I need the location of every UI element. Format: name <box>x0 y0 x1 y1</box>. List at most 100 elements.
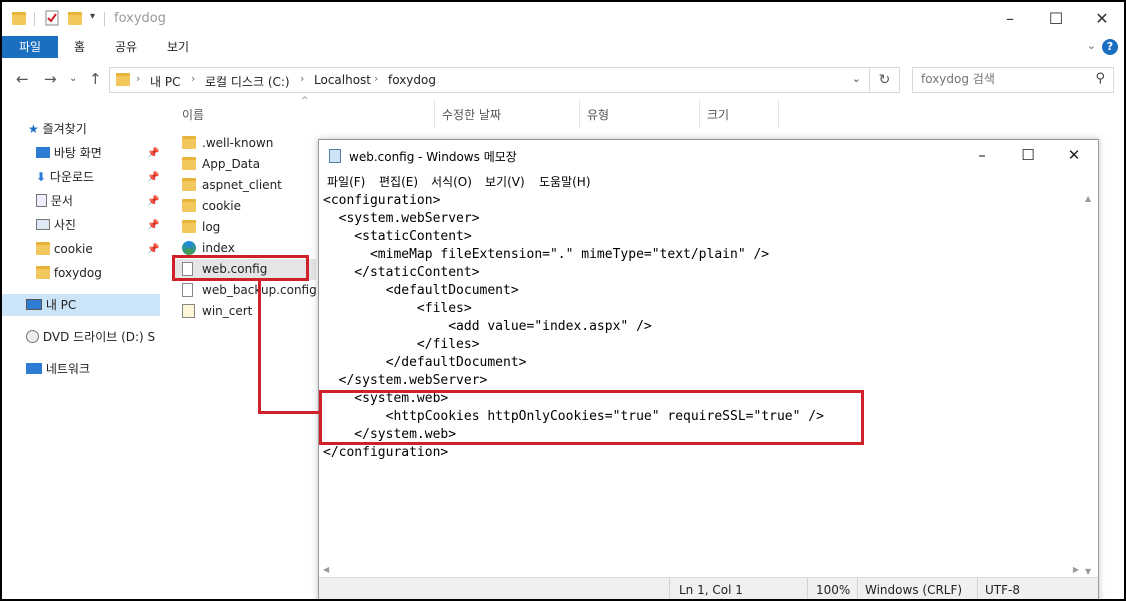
network-icon <box>26 363 42 374</box>
nav-label: 즐겨찾기 <box>42 122 87 136</box>
navigation-pane: ★ 즐겨찾기 바탕 화면 ⬇ 다운로드 문서 사진 cookie foxydog… <box>2 98 162 599</box>
qa-dropdown-icon[interactable]: ▾ <box>90 11 95 29</box>
file-name: log <box>202 220 221 234</box>
qa-separator <box>34 12 35 26</box>
breadcrumb-separator-icon: › <box>136 72 141 85</box>
menu-edit[interactable]: 편집(E) <box>379 173 418 190</box>
expand-ribbon-icon[interactable]: ⌄ <box>1087 39 1096 52</box>
scroll-up-icon[interactable]: ▲ <box>1085 194 1091 203</box>
explorer-titlebar: ▾ foxydog – ☐ ✕ <box>2 2 1124 36</box>
menu-file[interactable]: 파일(F) <box>327 173 365 190</box>
new-folder-icon[interactable] <box>68 10 82 28</box>
config-icon <box>182 304 195 318</box>
notepad-maximize-button[interactable]: ☐ <box>1005 142 1051 168</box>
tab-share[interactable]: 공유 <box>103 36 149 58</box>
nav-dvd-drive[interactable]: DVD 드라이브 (D:) S <box>26 326 155 348</box>
notepad-minimize-button[interactable]: – <box>959 142 1005 168</box>
highlight-web-config-file <box>172 255 309 281</box>
desktop-icon <box>36 147 50 158</box>
file-name: win_cert <box>202 304 253 318</box>
file-row-cookie[interactable]: cookie <box>174 196 316 217</box>
file-row-web-backup-config[interactable]: web_backup.config <box>174 280 317 301</box>
folder-icon <box>36 264 50 286</box>
pin-icon: 📌 <box>147 196 160 207</box>
forward-icon[interactable]: → <box>44 70 57 88</box>
notepad-menubar: 파일(F) 편집(E) 서식(O) 보기(V) 도움말(H) <box>319 170 1098 190</box>
sort-ascending-icon: ^ <box>301 96 309 106</box>
column-divider[interactable] <box>778 100 779 128</box>
notepad-text-area[interactable]: <configuration> <system.webServer> <stat… <box>323 192 1083 572</box>
breadcrumb-foxydog[interactable]: foxydog <box>388 73 436 87</box>
maximize-button[interactable]: ☐ <box>1033 6 1079 32</box>
column-divider[interactable] <box>579 100 580 128</box>
close-button[interactable]: ✕ <box>1079 6 1124 32</box>
breadcrumb-localhost[interactable]: Localhost <box>314 73 371 87</box>
back-icon[interactable]: ← <box>16 70 29 88</box>
breadcrumb-separator-icon: › <box>191 72 196 85</box>
tab-file[interactable]: 파일 <box>2 36 58 58</box>
pin-icon: 📌 <box>147 172 160 183</box>
up-icon[interactable]: ↑ <box>89 70 102 88</box>
file-row-win-cert[interactable]: win_cert <box>174 301 316 322</box>
search-input[interactable] <box>921 72 1081 86</box>
zoom-level: 100% <box>816 583 851 597</box>
column-divider[interactable] <box>699 100 700 128</box>
menu-format[interactable]: 서식(O) <box>431 173 472 190</box>
file-name: cookie <box>202 199 241 213</box>
nav-this-pc[interactable]: 내 PC <box>2 294 160 316</box>
vertical-scrollbar[interactable]: ▲ ▼ <box>1081 190 1098 580</box>
tab-home[interactable]: 홈 <box>62 36 97 58</box>
folder-icon <box>182 178 196 191</box>
file-row-well-known[interactable]: .well-known <box>174 133 316 154</box>
folder-icon <box>12 10 26 28</box>
nav-label: 네트워크 <box>45 362 90 376</box>
scroll-left-icon[interactable]: ◀ <box>323 565 329 574</box>
qa-separator <box>104 12 105 26</box>
breadcrumb-local-disk[interactable]: 로컬 디스크 (C:) <box>205 73 290 90</box>
column-type[interactable]: 유형 <box>587 106 609 123</box>
search-box[interactable]: ⚲ <box>912 67 1114 93</box>
nav-quick-access[interactable]: ★ 즐겨찾기 <box>28 118 87 140</box>
file-row-log[interactable]: log <box>174 217 316 238</box>
column-size[interactable]: 크기 <box>707 106 729 123</box>
nav-network[interactable]: 네트워크 <box>26 358 90 380</box>
notepad-close-button[interactable]: ✕ <box>1051 142 1097 168</box>
column-name[interactable]: 이름 <box>182 106 204 123</box>
menu-help[interactable]: 도움말(H) <box>539 173 591 190</box>
nav-pictures[interactable]: 사진 <box>36 214 76 236</box>
disc-icon <box>26 330 39 343</box>
refresh-icon[interactable]: ↻ <box>870 67 900 93</box>
scroll-down-icon[interactable]: ▼ <box>1085 567 1091 576</box>
recent-locations-icon[interactable]: ⌄ <box>69 73 77 84</box>
file-row-app-data[interactable]: App_Data <box>174 154 316 175</box>
highlight-system-web-block <box>319 390 864 445</box>
nav-cookie[interactable]: cookie <box>36 238 93 260</box>
file-name: App_Data <box>202 157 261 171</box>
line-ending: Windows (CRLF) <box>865 583 963 597</box>
column-divider[interactable] <box>434 100 435 128</box>
pin-icon: 📌 <box>147 220 160 231</box>
column-modified[interactable]: 수정한 날짜 <box>442 106 501 123</box>
breadcrumb-this-pc[interactable]: 내 PC <box>150 73 180 90</box>
nav-documents[interactable]: 문서 <box>36 190 73 212</box>
file-row-aspnet-client[interactable]: aspnet_client <box>174 175 316 196</box>
address-dropdown-icon[interactable]: ⌄ <box>852 72 861 85</box>
pin-icon: 📌 <box>147 148 160 159</box>
menu-view[interactable]: 보기(V) <box>485 173 525 190</box>
address-bar[interactable]: › 내 PC › 로컬 디스크 (C:) › Localhost › foxyd… <box>109 67 870 93</box>
navigation-bar: ← → ⌄ ↑ › 내 PC › 로컬 디스크 (C:) › Localhost… <box>2 62 1124 98</box>
tab-view[interactable]: 보기 <box>155 36 201 58</box>
folder-icon <box>182 199 196 212</box>
minimize-button[interactable]: – <box>987 6 1033 32</box>
help-icon[interactable]: ? <box>1102 39 1118 55</box>
connector-line-horizontal <box>258 411 320 414</box>
nav-foxydog[interactable]: foxydog <box>36 262 102 284</box>
star-icon: ★ <box>28 122 39 136</box>
properties-icon[interactable] <box>45 10 59 28</box>
nav-downloads[interactable]: ⬇ 다운로드 <box>36 166 94 188</box>
scroll-right-icon[interactable]: ▶ <box>1073 565 1079 574</box>
nav-label: 내 PC <box>45 298 77 312</box>
nav-label: cookie <box>53 242 93 256</box>
nav-desktop[interactable]: 바탕 화면 <box>36 142 102 164</box>
nav-label: 사진 <box>53 218 76 232</box>
